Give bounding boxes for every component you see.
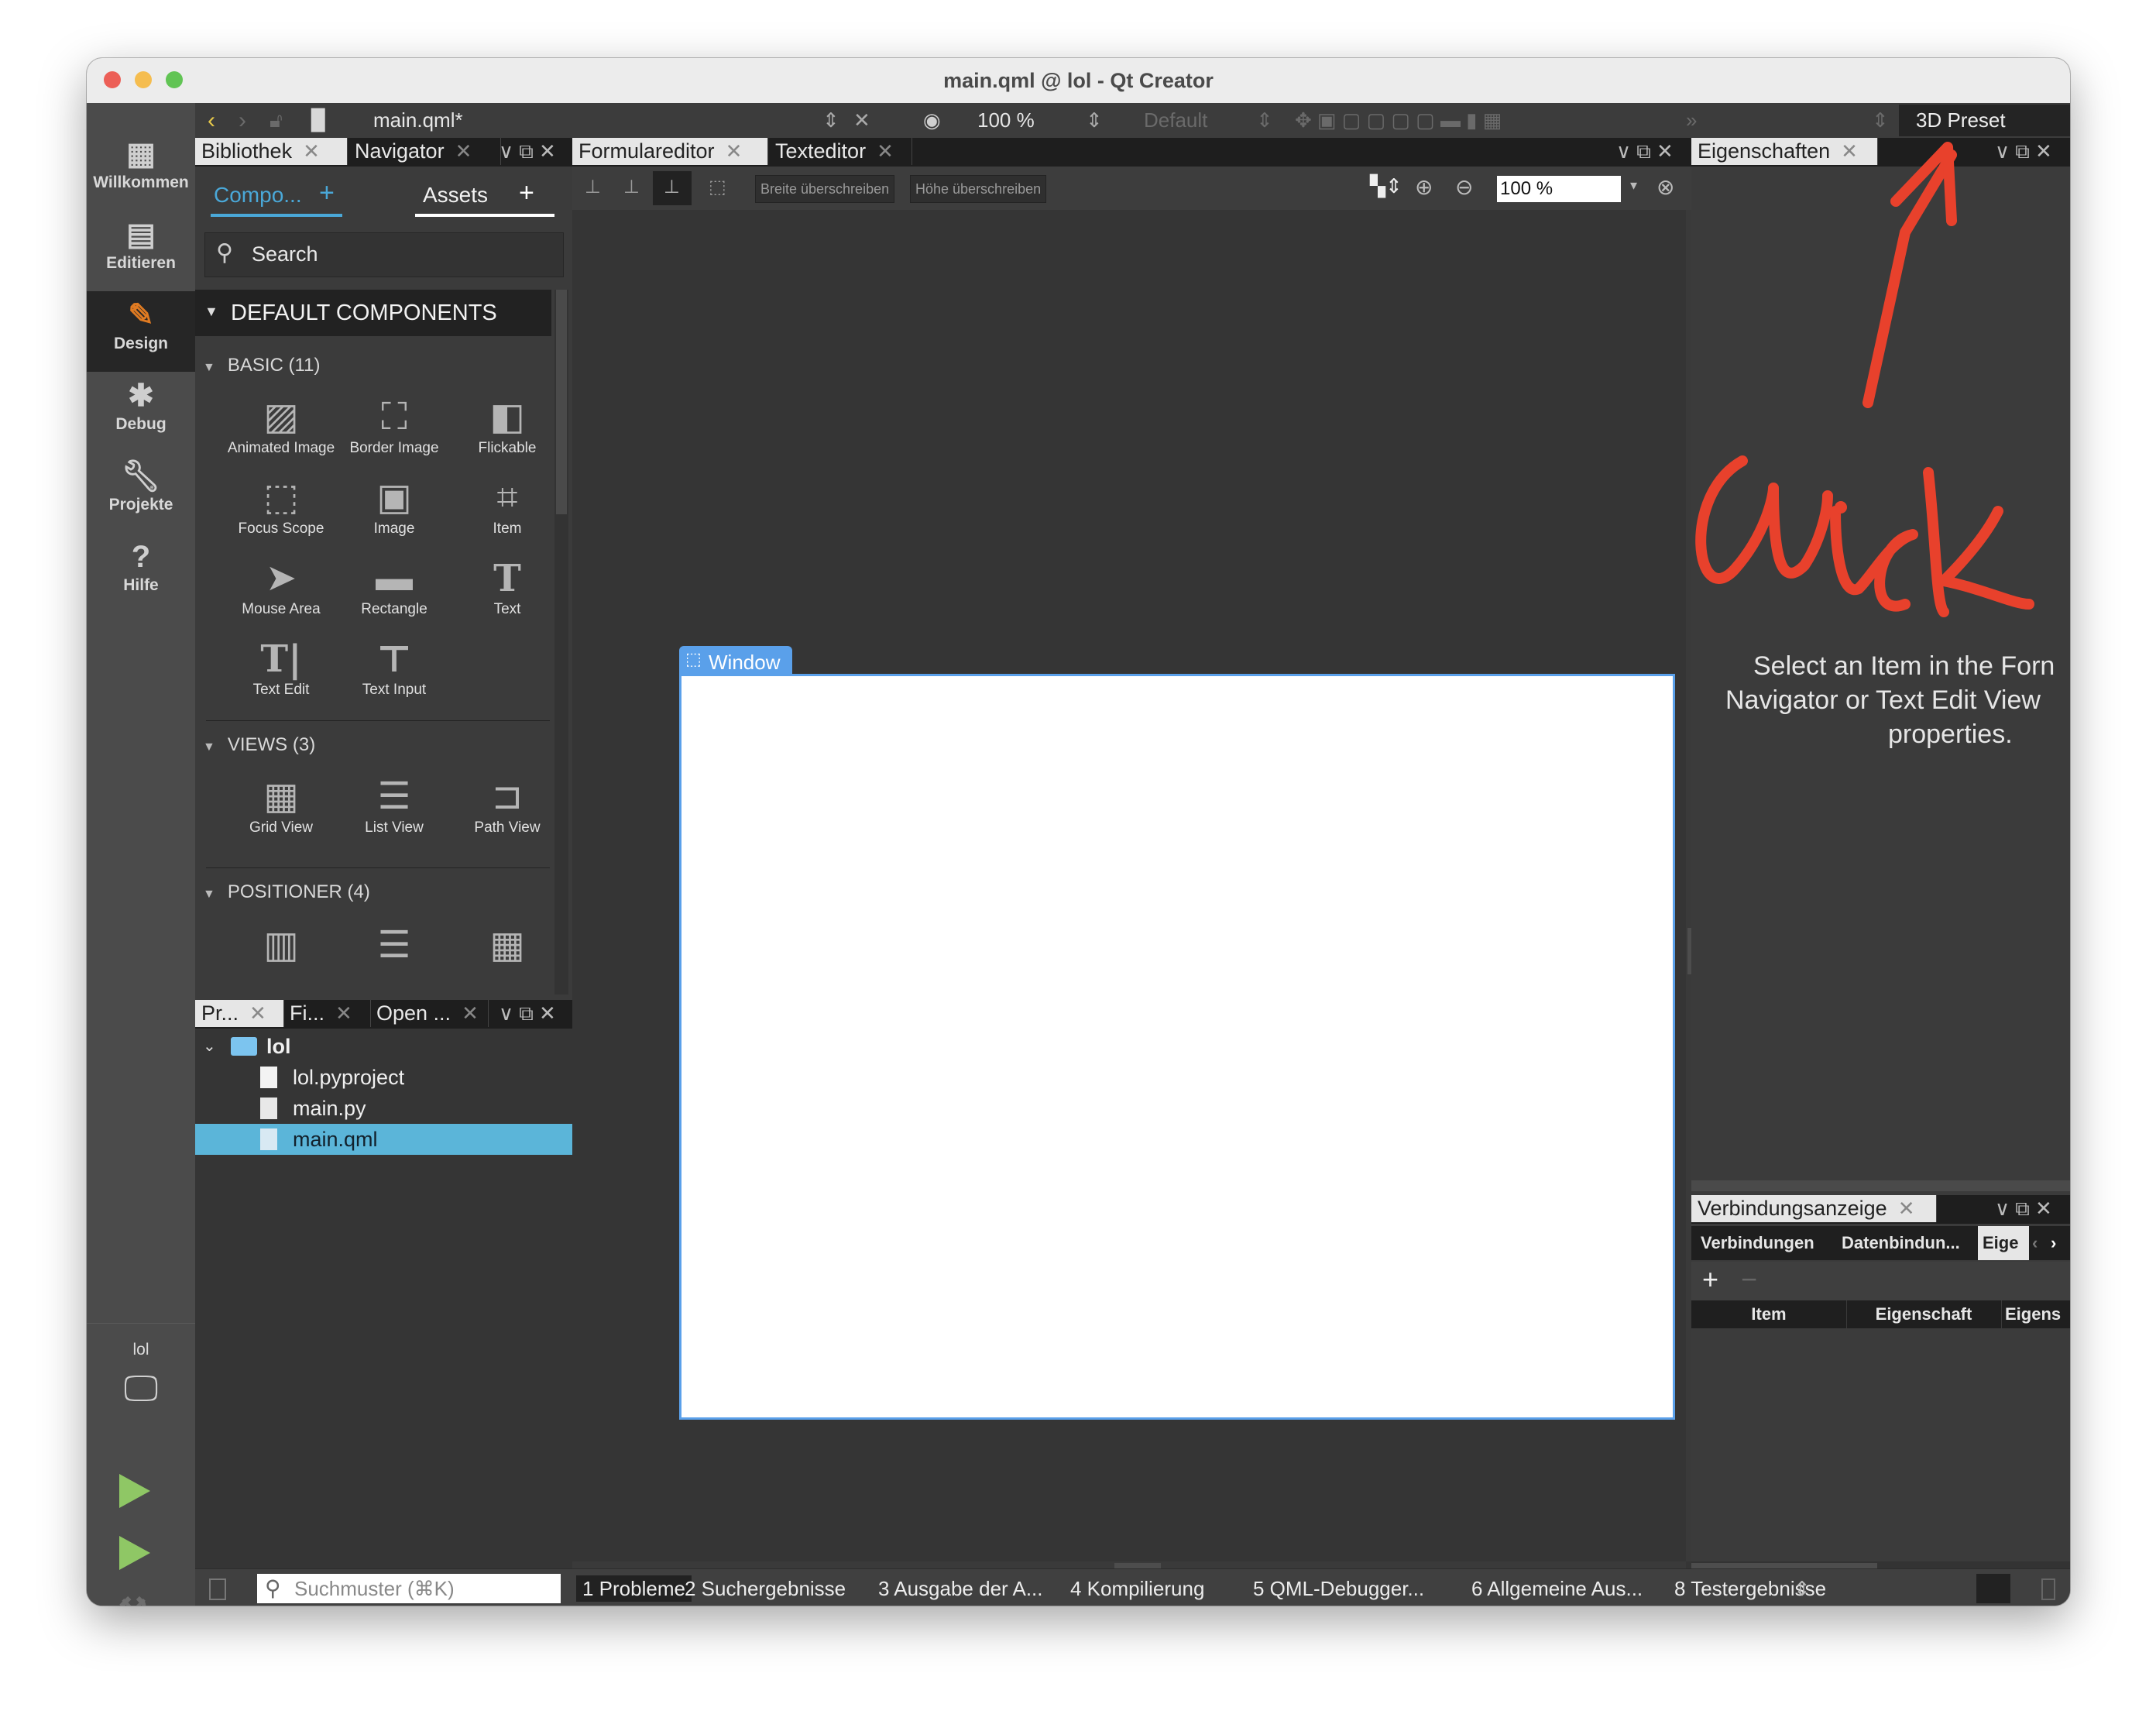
annotation-overlay bbox=[1695, 142, 2034, 617]
annotation-click-k bbox=[1923, 467, 2034, 617]
annotation-click-ic bbox=[1830, 506, 1918, 612]
annotation-click-dot bbox=[1835, 501, 1847, 514]
annotation-click-c bbox=[1695, 455, 1833, 584]
